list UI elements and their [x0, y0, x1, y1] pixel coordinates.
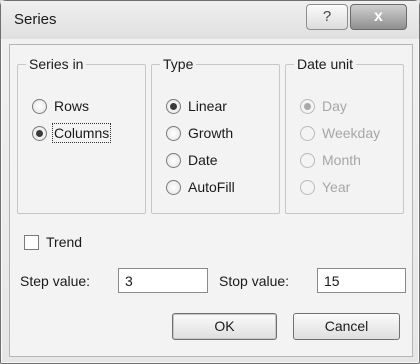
help-icon: ? [322, 8, 332, 25]
radio-columns-label: Columns [51, 123, 112, 143]
dialog-body: Series in Rows Columns Type Linear Growt… [9, 44, 413, 357]
radio-weekday[interactable]: Weekday [300, 125, 380, 141]
radio-rows-button[interactable] [32, 98, 47, 114]
trend-label: Trend [46, 234, 83, 250]
series-dialog: Series ? x Series in Rows Columns Type L… [0, 0, 420, 364]
date-unit-group: Date unit Day Weekday Month Year [285, 56, 404, 214]
radio-linear[interactable]: Linear [166, 98, 227, 114]
radio-columns[interactable]: Columns [32, 123, 112, 143]
stop-value-label: Stop value: [219, 273, 290, 289]
title-bar[interactable]: Series ? x [1, 1, 419, 39]
help-button[interactable]: ? [306, 4, 348, 30]
radio-day-button[interactable] [300, 98, 315, 114]
close-button[interactable]: x [350, 4, 407, 30]
radio-year[interactable]: Year [300, 179, 350, 195]
stop-value-input[interactable]: 15 [317, 268, 406, 293]
dialog-title: Series [14, 11, 57, 28]
radio-year-label: Year [322, 179, 351, 195]
radio-date-label: Date [188, 152, 218, 168]
radio-autofill-label: AutoFill [188, 179, 235, 195]
radio-weekday-button[interactable] [300, 125, 315, 141]
type-group: Type Linear Growth Date AutoFill [151, 56, 280, 214]
step-value-label: Step value: [20, 273, 91, 289]
radio-day-label: Day [322, 98, 347, 114]
series-in-group: Series in Rows Columns [17, 56, 146, 214]
radio-date[interactable]: Date [166, 152, 218, 168]
radio-growth-button[interactable] [166, 125, 181, 141]
close-icon: x [374, 8, 383, 25]
type-title: Type [160, 56, 197, 72]
radio-columns-button[interactable] [32, 125, 47, 141]
date-unit-title: Date unit [294, 56, 357, 72]
radio-date-button[interactable] [166, 152, 181, 168]
radio-rows[interactable]: Rows [32, 98, 89, 114]
radio-linear-button[interactable] [166, 98, 181, 114]
radio-growth-label: Growth [188, 125, 234, 141]
step-value-input[interactable]: 3 [118, 268, 208, 293]
radio-weekday-label: Weekday [322, 125, 381, 141]
radio-autofill-button[interactable] [166, 179, 181, 195]
radio-month-label: Month [322, 152, 361, 168]
radio-rows-label: Rows [54, 98, 90, 114]
radio-autofill[interactable]: AutoFill [166, 179, 235, 195]
radio-linear-label: Linear [188, 98, 227, 114]
radio-year-button[interactable] [300, 179, 315, 195]
trend-checkbox-row[interactable]: Trend [24, 234, 82, 250]
radio-day[interactable]: Day [300, 98, 347, 114]
radio-month[interactable]: Month [300, 152, 361, 168]
cancel-button[interactable]: Cancel [293, 313, 400, 340]
trend-checkbox[interactable] [24, 234, 39, 250]
radio-month-button[interactable] [300, 152, 315, 168]
radio-growth[interactable]: Growth [166, 125, 233, 141]
series-in-title: Series in [26, 56, 87, 72]
ok-button[interactable]: OK [172, 313, 277, 340]
